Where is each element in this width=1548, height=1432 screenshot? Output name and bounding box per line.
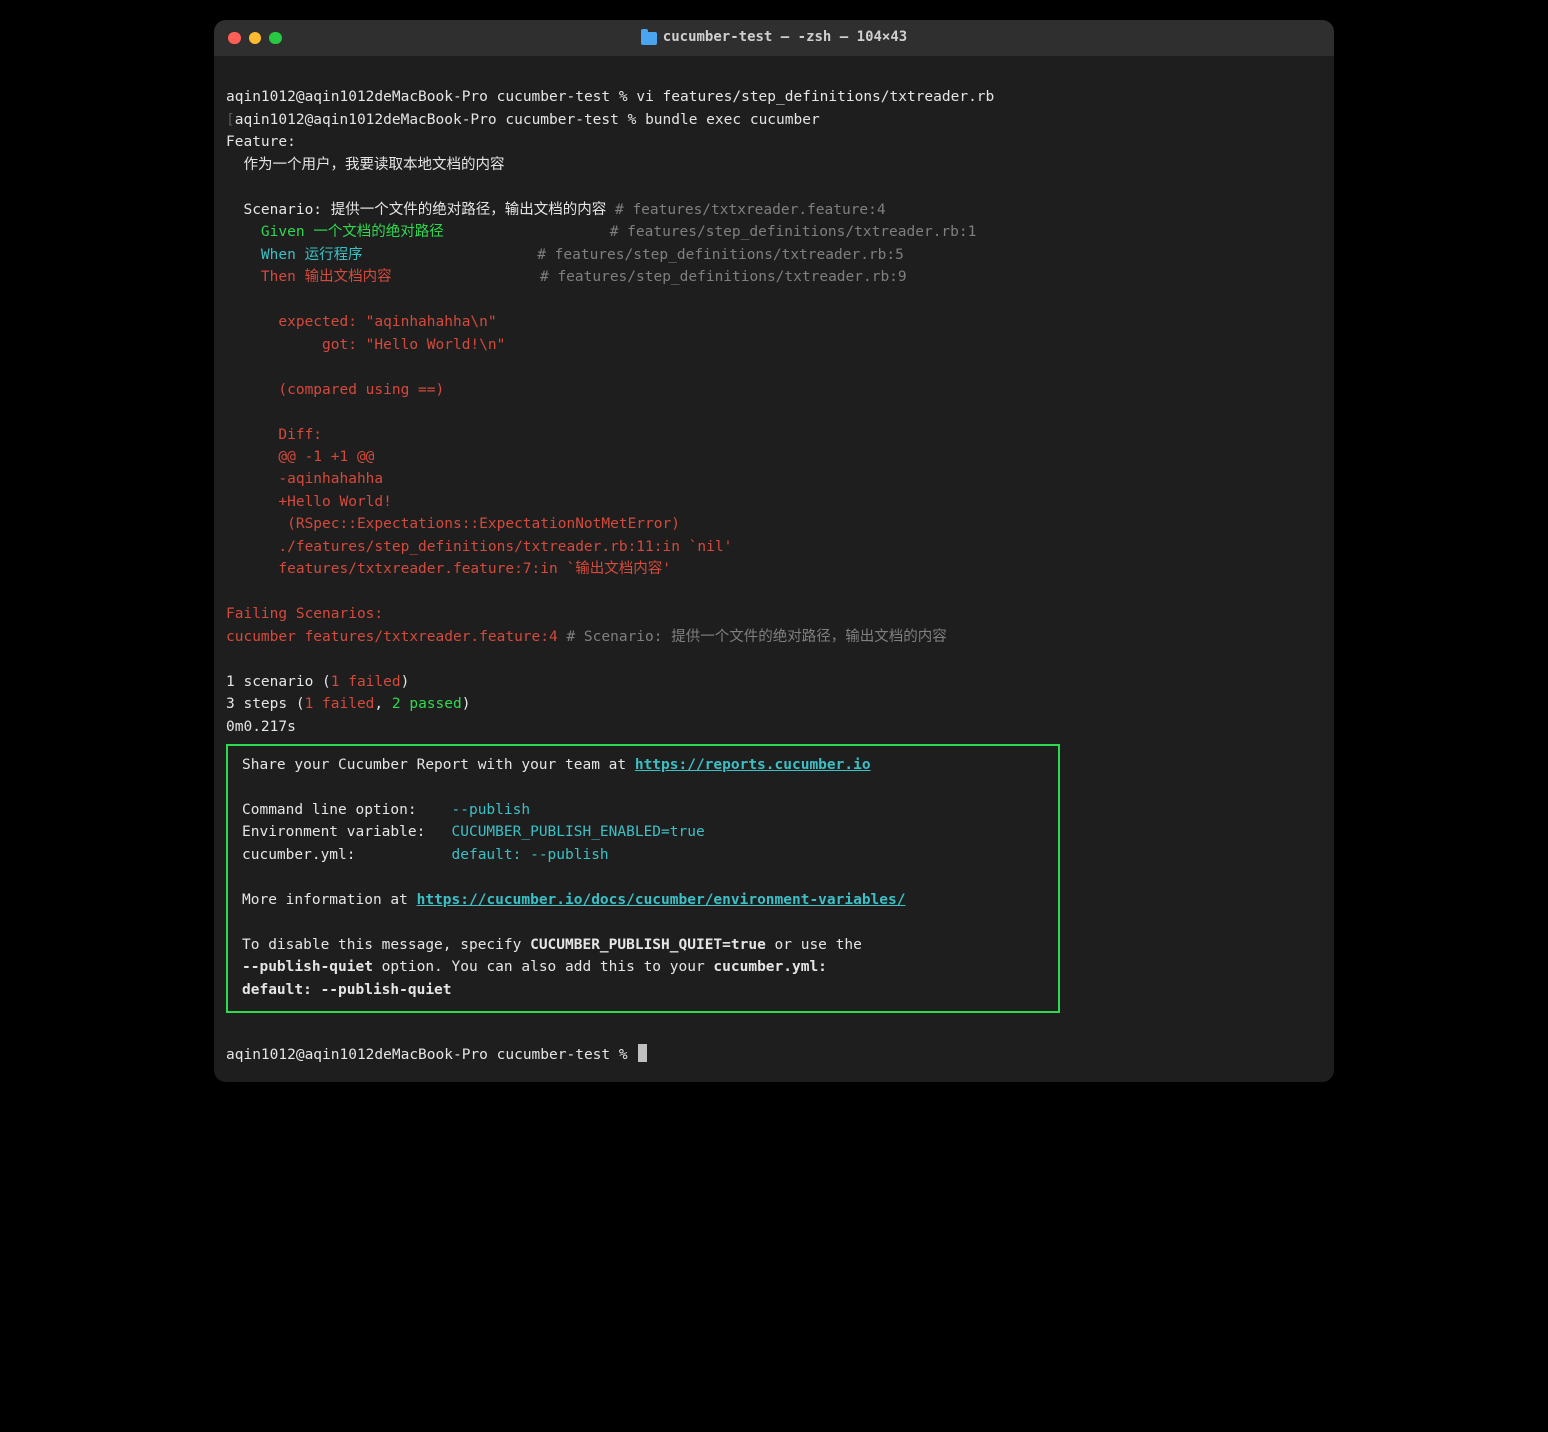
window-titlebar: cucumber-test — -zsh — 104×43 <box>214 20 1334 56</box>
window-controls <box>228 32 282 45</box>
diff-trace-1: ./features/step_definitions/txtreader.rb… <box>226 539 732 555</box>
box-line-8: default: --publish-quiet <box>242 982 452 998</box>
when-step: When 运行程序 # features/step_definitions/tx… <box>226 247 904 263</box>
prompt-line-2: [aqin1012@aqin1012deMacBook-Pro cucumber… <box>226 112 820 128</box>
close-icon[interactable] <box>228 32 241 45</box>
diff-got: got: "Hello World!\n" <box>226 337 505 353</box>
window-title: cucumber-test — -zsh — 104×43 <box>663 27 907 49</box>
window-title-wrap: cucumber-test — -zsh — 104×43 <box>214 27 1334 49</box>
reports-link[interactable]: https://reports.cucumber.io <box>635 757 871 773</box>
diff-expected: expected: "aqinhahahha\n" <box>226 314 497 330</box>
diff-compared: (compared using ==) <box>226 382 444 398</box>
terminal-window: cucumber-test — -zsh — 104×43 aqin1012@a… <box>214 20 1334 1082</box>
failing-header: Failing Scenarios: <box>226 606 383 622</box>
box-line-5: More information at https://cucumber.io/… <box>242 892 905 908</box>
command-1: vi features/step_definitions/txtreader.r… <box>636 89 994 105</box>
failing-line: cucumber features/txtxreader.feature:4 #… <box>226 629 947 645</box>
summary-scenarios: 1 scenario (1 failed) <box>226 674 409 690</box>
prompt-line-3: aqin1012@aqin1012deMacBook-Pro cucumber-… <box>226 1047 647 1063</box>
scenario-line: Scenario: 提供一个文件的绝对路径，输出文档的内容 # features… <box>226 202 886 218</box>
diff-minus: -aqinhahahha <box>226 471 383 487</box>
summary-steps: 3 steps (1 failed, 2 passed) <box>226 696 470 712</box>
summary-time: 0m0.217s <box>226 719 296 735</box>
diff-label: Diff: <box>226 427 322 443</box>
diff-hunk: @@ -1 +1 @@ <box>226 449 374 465</box>
feature-label: Feature: <box>226 134 296 150</box>
box-line-6: To disable this message, specify CUCUMBE… <box>242 937 862 953</box>
docs-link[interactable]: https://cucumber.io/docs/cucumber/enviro… <box>417 892 906 908</box>
minimize-icon[interactable] <box>249 32 262 45</box>
given-step: Given 一个文档的绝对路径 # features/step_definiti… <box>226 224 976 240</box>
box-line-4: cucumber.yml: default: --publish <box>242 847 609 863</box>
command-2: bundle exec cucumber <box>645 112 820 128</box>
folder-icon <box>641 32 657 45</box>
cucumber-publish-box: Share your Cucumber Report with your tea… <box>226 744 1060 1013</box>
diff-plus: +Hello World! <box>226 494 392 510</box>
box-line-2: Command line option: --publish <box>242 802 530 818</box>
diff-trace-2: features/txtxreader.feature:7:in `输出文档内容… <box>226 561 671 577</box>
zoom-icon[interactable] <box>269 32 282 45</box>
box-line-3: Environment variable: CUCUMBER_PUBLISH_E… <box>242 824 705 840</box>
then-step: Then 输出文档内容 # features/step_definitions/… <box>226 269 907 285</box>
box-line-1: Share your Cucumber Report with your tea… <box>242 757 871 773</box>
diff-error: (RSpec::Expectations::ExpectationNotMetE… <box>226 516 680 532</box>
feature-desc: 作为一个用户，我要读取本地文档的内容 <box>226 157 504 173</box>
terminal-content[interactable]: aqin1012@aqin1012deMacBook-Pro cucumber-… <box>214 56 1334 1082</box>
prompt-line-1: aqin1012@aqin1012deMacBook-Pro cucumber-… <box>226 89 994 105</box>
cursor-icon <box>638 1044 647 1062</box>
box-line-7: --publish-quiet option. You can also add… <box>242 959 827 975</box>
